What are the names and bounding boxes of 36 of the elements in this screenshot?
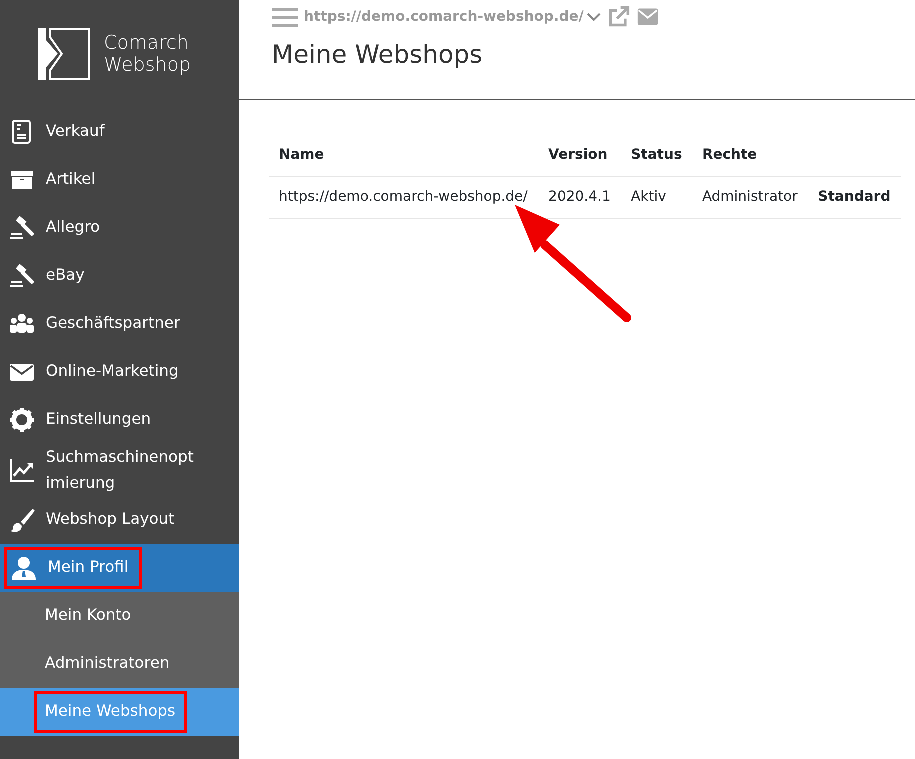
logo-text: Webshop (104, 54, 192, 76)
column-header: Version (548, 147, 608, 163)
sidebar-subitem[interactable]: Administratoren (0, 640, 239, 688)
highlight-frame: Mein Profil (5, 548, 141, 588)
sidebar-item[interactable]: Mein Profil (0, 544, 239, 592)
mail-icon[interactable] (636, 6, 660, 28)
table-cell: Administrator (702, 189, 798, 205)
column-header: Name (279, 147, 324, 163)
sidebar-item[interactable]: Verkauf (0, 108, 239, 156)
sidebar-item[interactable]: Online-Marketing (0, 348, 239, 396)
table-cell: Aktiv (631, 189, 666, 205)
column-header: Status (631, 147, 682, 163)
chart-icon (8, 456, 36, 484)
sidebar-item[interactable]: Einstellungen (0, 396, 239, 444)
sidebar-subitem[interactable]: Mein Konto (0, 592, 239, 640)
gear-icon (8, 406, 36, 434)
menu-icon[interactable] (272, 6, 298, 28)
sidebar-item[interactable]: Artikel (0, 156, 239, 204)
brush-icon (8, 506, 36, 534)
sidebar-item[interactable]: Webshop Layout (0, 496, 239, 544)
sidebar-item[interactable]: Geschäftspartner (0, 300, 239, 348)
table-cell: 2020.4.1 (548, 189, 611, 205)
external-link-icon[interactable] (608, 6, 630, 28)
gavel-icon (8, 214, 36, 242)
sidebar-item[interactable]: Allegro (0, 204, 239, 252)
column-header: Rechte (702, 147, 758, 163)
table-cell: Standard (818, 189, 891, 205)
sidebar-item[interactable]: Suchmaschinenopt imierung (0, 444, 239, 496)
sidebar-item[interactable]: eBay (0, 252, 239, 300)
logo-text: Comarch (104, 32, 190, 54)
gavel-icon (8, 262, 36, 290)
logo-icon (38, 28, 90, 80)
page-title: Meine Webshops (271, 39, 484, 71)
user-icon (10, 554, 38, 582)
highlight-frame: Meine Webshops (35, 692, 186, 732)
table-cell: https://demo.comarch-webshop.de/ (279, 189, 528, 205)
